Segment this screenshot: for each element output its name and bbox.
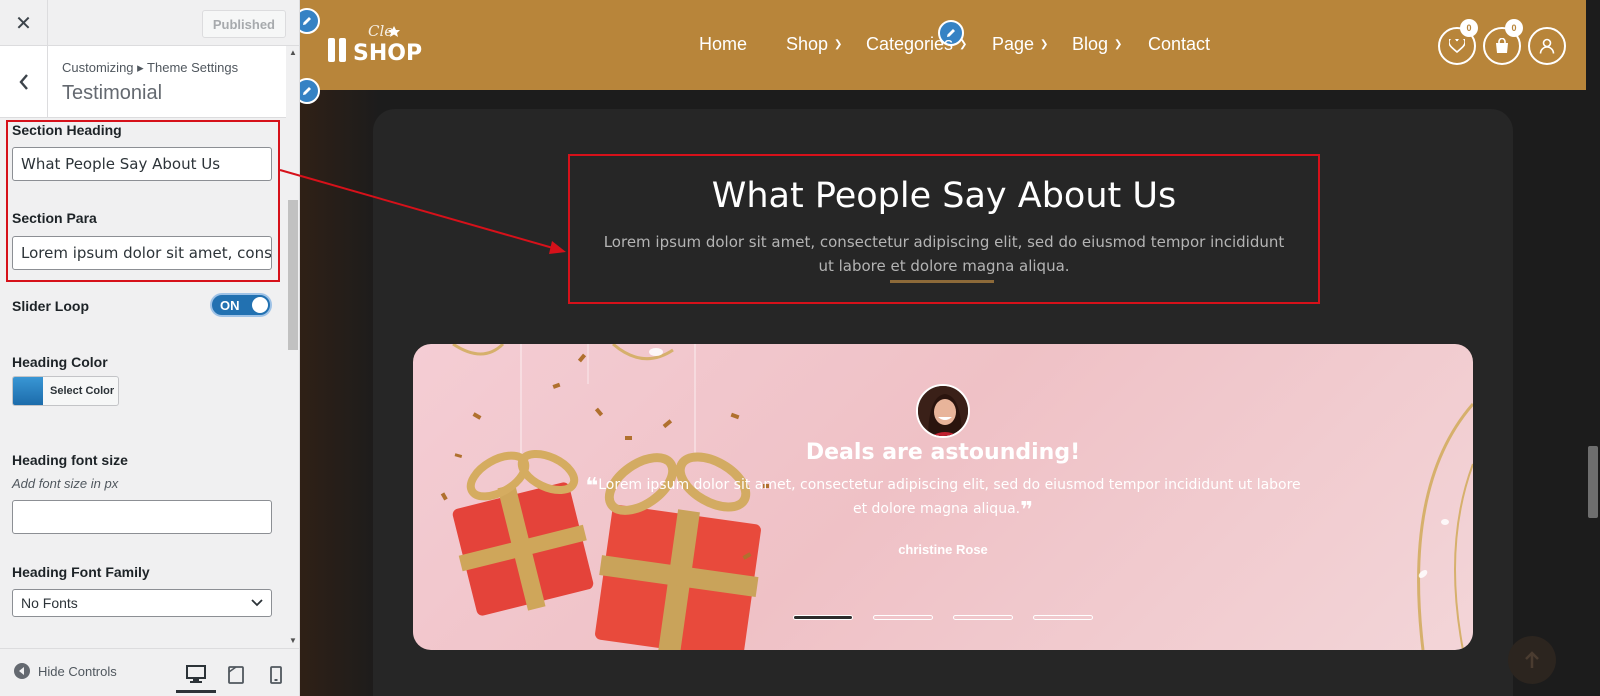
preview-scroll-thumb[interactable] [1588, 446, 1598, 518]
quote-open-icon: ❝ [585, 474, 599, 499]
back-button[interactable] [0, 46, 48, 118]
site-preview: Cle SHOP Home Shop ❯ Categories ❯ Page ❯ Bl… [300, 0, 1600, 696]
svg-text:SHOP: SHOP [353, 41, 422, 66]
section-para-label: Section Para [12, 210, 97, 226]
font-family-selected: No Fonts [21, 595, 78, 611]
chevron-left-icon [18, 74, 28, 90]
color-swatch [13, 377, 43, 405]
heading-font-family-label: Heading Font Family [12, 564, 150, 580]
nav-item-shop[interactable]: Shop ❯ [786, 34, 842, 55]
pencil-icon [303, 17, 311, 25]
cart-count-badge: 0 [1505, 19, 1523, 37]
nav-label: Contact [1148, 34, 1211, 54]
arrow-up-icon [1525, 651, 1539, 668]
customizer-footer: Hide Controls [0, 648, 299, 696]
scroll-up-arrow-icon[interactable]: ▲ [289, 48, 297, 57]
section-para-input[interactable]: Lorem ipsum dolor sit amet, consectetur [12, 236, 272, 270]
nav-label: Home [699, 34, 748, 54]
shopping-bag-icon [1496, 38, 1508, 53]
chevron-down-icon: ❯ [834, 39, 843, 50]
testimonial-heading-block: What People Say About Us Lorem ipsum dol… [568, 154, 1320, 304]
account-button[interactable] [1528, 27, 1566, 65]
tablet-icon [228, 666, 244, 684]
slide-quote: ❝Lorem ipsum dolor sit amet, consectetur… [583, 474, 1303, 522]
section-header: Customizing ▸ Theme Settings Testimonial [0, 46, 286, 118]
toggle-state-label: ON [220, 297, 240, 313]
user-icon [1539, 38, 1555, 54]
slider-loop-label: Slider Loop [12, 298, 89, 314]
slider-dot-4[interactable] [1033, 615, 1093, 620]
preview-scrollbar[interactable] [1586, 0, 1600, 696]
hide-controls-button[interactable]: Hide Controls [14, 663, 117, 679]
wishlist-count-badge: 0 [1460, 19, 1478, 37]
customizer-sidebar: ✕ Published Customizing ▸ Theme Settings… [0, 0, 300, 696]
nav-item-blog[interactable]: Blog ❯ [1072, 34, 1122, 55]
heart-icon [1449, 39, 1465, 53]
edit-logo-shortcut[interactable] [300, 8, 320, 34]
scroll-down-arrow-icon[interactable]: ▼ [289, 636, 297, 645]
mobile-icon [270, 666, 282, 684]
testimonial-slider[interactable]: Deals are astounding! ❝Lorem ipsum dolor… [413, 344, 1473, 650]
slider-loop-toggle[interactable]: ON [210, 293, 272, 317]
nav-item-home[interactable]: Home [699, 34, 747, 55]
collapse-arrow-icon [14, 663, 30, 679]
desktop-icon [186, 664, 206, 683]
slider-dot-3[interactable] [953, 615, 1013, 620]
close-customizer-button[interactable]: ✕ [0, 0, 48, 46]
nav-label: Categories [866, 34, 954, 54]
site-navbar: Cle SHOP Home Shop ❯ Categories ❯ Page ❯ Bl… [300, 0, 1600, 104]
heading-font-size-input[interactable] [12, 500, 272, 534]
hide-controls-label: Hide Controls [38, 663, 117, 679]
preview-mobile-button[interactable] [256, 657, 296, 693]
customizer-top-bar: ✕ Published [0, 0, 299, 46]
published-button[interactable]: Published [201, 10, 286, 38]
slider-dot-1[interactable] [793, 615, 853, 620]
breadcrumb: Customizing ▸ Theme Settings [62, 60, 239, 75]
testimonial-heading: What People Say About Us [711, 176, 1177, 216]
chevron-down-icon: ❯ [959, 39, 968, 50]
chevron-down-icon [251, 599, 263, 607]
section-heading-input[interactable]: What People Say About Us [12, 147, 272, 181]
customizer-app: ✕ Published Customizing ▸ Theme Settings… [0, 0, 1600, 696]
background-glow [300, 90, 380, 696]
nav-item-contact[interactable]: Contact [1148, 34, 1210, 55]
sidebar-scrollbar[interactable]: ▲ ▼ [286, 46, 299, 648]
nav-label: Shop [786, 34, 829, 54]
nav-label: Blog [1072, 34, 1109, 54]
select-color-button[interactable]: Select Color [12, 376, 119, 406]
toggle-knob [252, 297, 268, 313]
chevron-down-icon: ❯ [1040, 39, 1049, 50]
pencil-icon [303, 87, 311, 95]
slide-author: christine Rose [898, 542, 988, 557]
quote-close-icon: ❞ [1020, 498, 1034, 523]
heading-font-family-select[interactable]: No Fonts [12, 589, 272, 617]
testimonial-para: Lorem ipsum dolor sit amet, consectetur … [603, 233, 1285, 275]
nav-label: Page [992, 34, 1035, 54]
nav-item-page[interactable]: Page ❯ [992, 34, 1048, 55]
heading-underline [890, 280, 994, 283]
sidebar-scroll-thumb[interactable] [288, 200, 298, 350]
cart-button[interactable]: 0 [1483, 19, 1523, 65]
chevron-down-icon: ❯ [1114, 39, 1123, 50]
slide-quote-text: Lorem ipsum dolor sit amet, consectetur … [598, 477, 1301, 517]
select-color-label: Select Color [50, 385, 115, 397]
section-heading-label: Section Heading [12, 122, 122, 138]
section-title: Testimonial [62, 82, 163, 104]
shop-logo[interactable]: Cle SHOP [326, 22, 440, 68]
wishlist-button[interactable]: 0 [1438, 19, 1478, 65]
heading-color-label: Heading Color [12, 354, 108, 370]
nav-item-categories[interactable]: Categories ❯ [866, 34, 967, 55]
preview-desktop-button[interactable] [176, 657, 216, 693]
slide-title: Deals are astounding! [805, 440, 1081, 465]
reviewer-avatar [916, 384, 970, 438]
section-controls: Section Heading What People Say About Us… [0, 118, 286, 648]
scroll-to-top-button[interactable] [1508, 636, 1556, 684]
preview-tablet-button[interactable] [216, 657, 256, 693]
heading-font-size-hint: Add font size in px [12, 476, 119, 491]
heading-font-size-label: Heading font size [12, 452, 128, 468]
slider-dot-2[interactable] [873, 615, 933, 620]
